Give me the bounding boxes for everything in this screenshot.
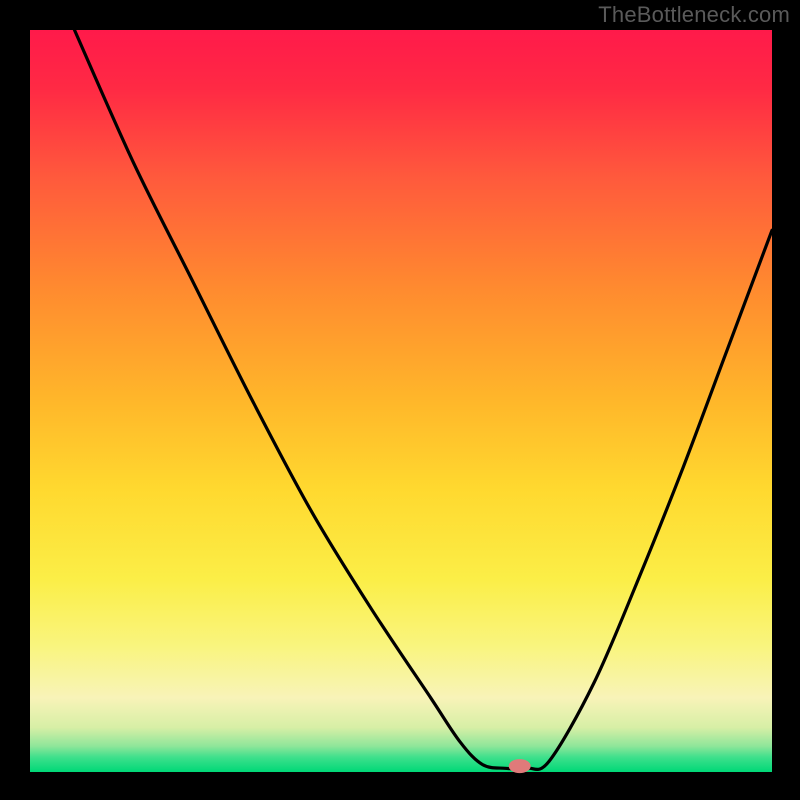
bottleneck-chart-svg xyxy=(0,0,800,800)
optimal-marker xyxy=(509,759,531,773)
watermark-text: TheBottleneck.com xyxy=(598,2,790,28)
plot-gradient-area xyxy=(30,30,772,772)
chart-frame: { "watermark": "TheBottleneck.com", "col… xyxy=(0,0,800,800)
